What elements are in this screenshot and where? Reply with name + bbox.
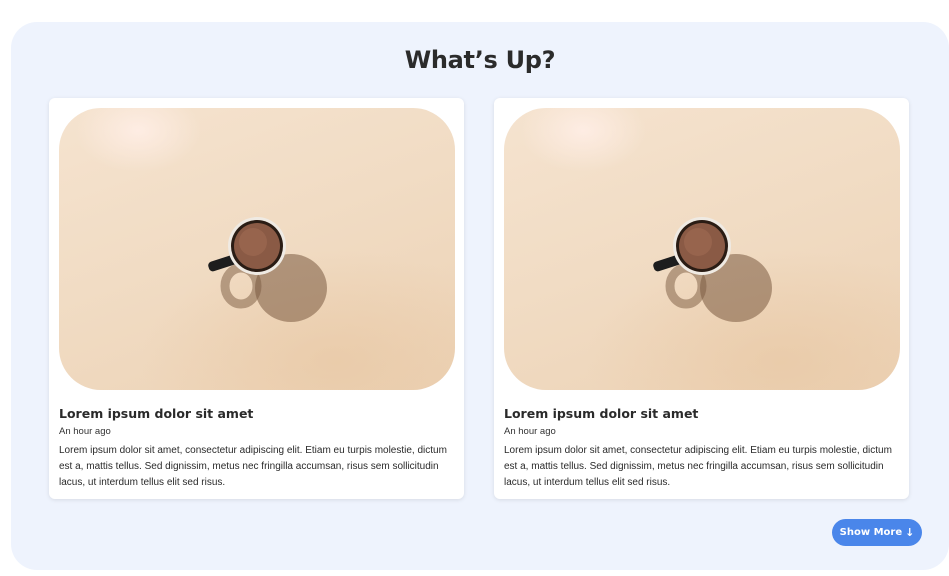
section-title: What’s Up? xyxy=(404,46,556,74)
card-image xyxy=(59,108,455,390)
show-more-button[interactable]: Show More ↓ xyxy=(832,519,922,546)
arrow-down-icon: ↓ xyxy=(905,526,915,539)
show-more-label: Show More xyxy=(839,527,903,538)
coffee-cup-image xyxy=(653,217,772,322)
coffee-cup-image xyxy=(208,217,327,322)
card-description: Lorem ipsum dolor sit amet, consectetur … xyxy=(59,445,447,488)
card-timestamp: An hour ago xyxy=(504,426,556,437)
news-card[interactable]: Lorem ipsum dolor sit amet An hour ago L… xyxy=(49,98,464,499)
card-title[interactable]: Lorem ipsum dolor sit amet xyxy=(59,406,253,421)
card-timestamp: An hour ago xyxy=(59,426,111,437)
card-title[interactable]: Lorem ipsum dolor sit amet xyxy=(504,406,698,421)
card-description: Lorem ipsum dolor sit amet, consectetur … xyxy=(504,445,892,488)
news-card[interactable]: Lorem ipsum dolor sit amet An hour ago L… xyxy=(494,98,909,499)
card-image xyxy=(504,108,900,390)
